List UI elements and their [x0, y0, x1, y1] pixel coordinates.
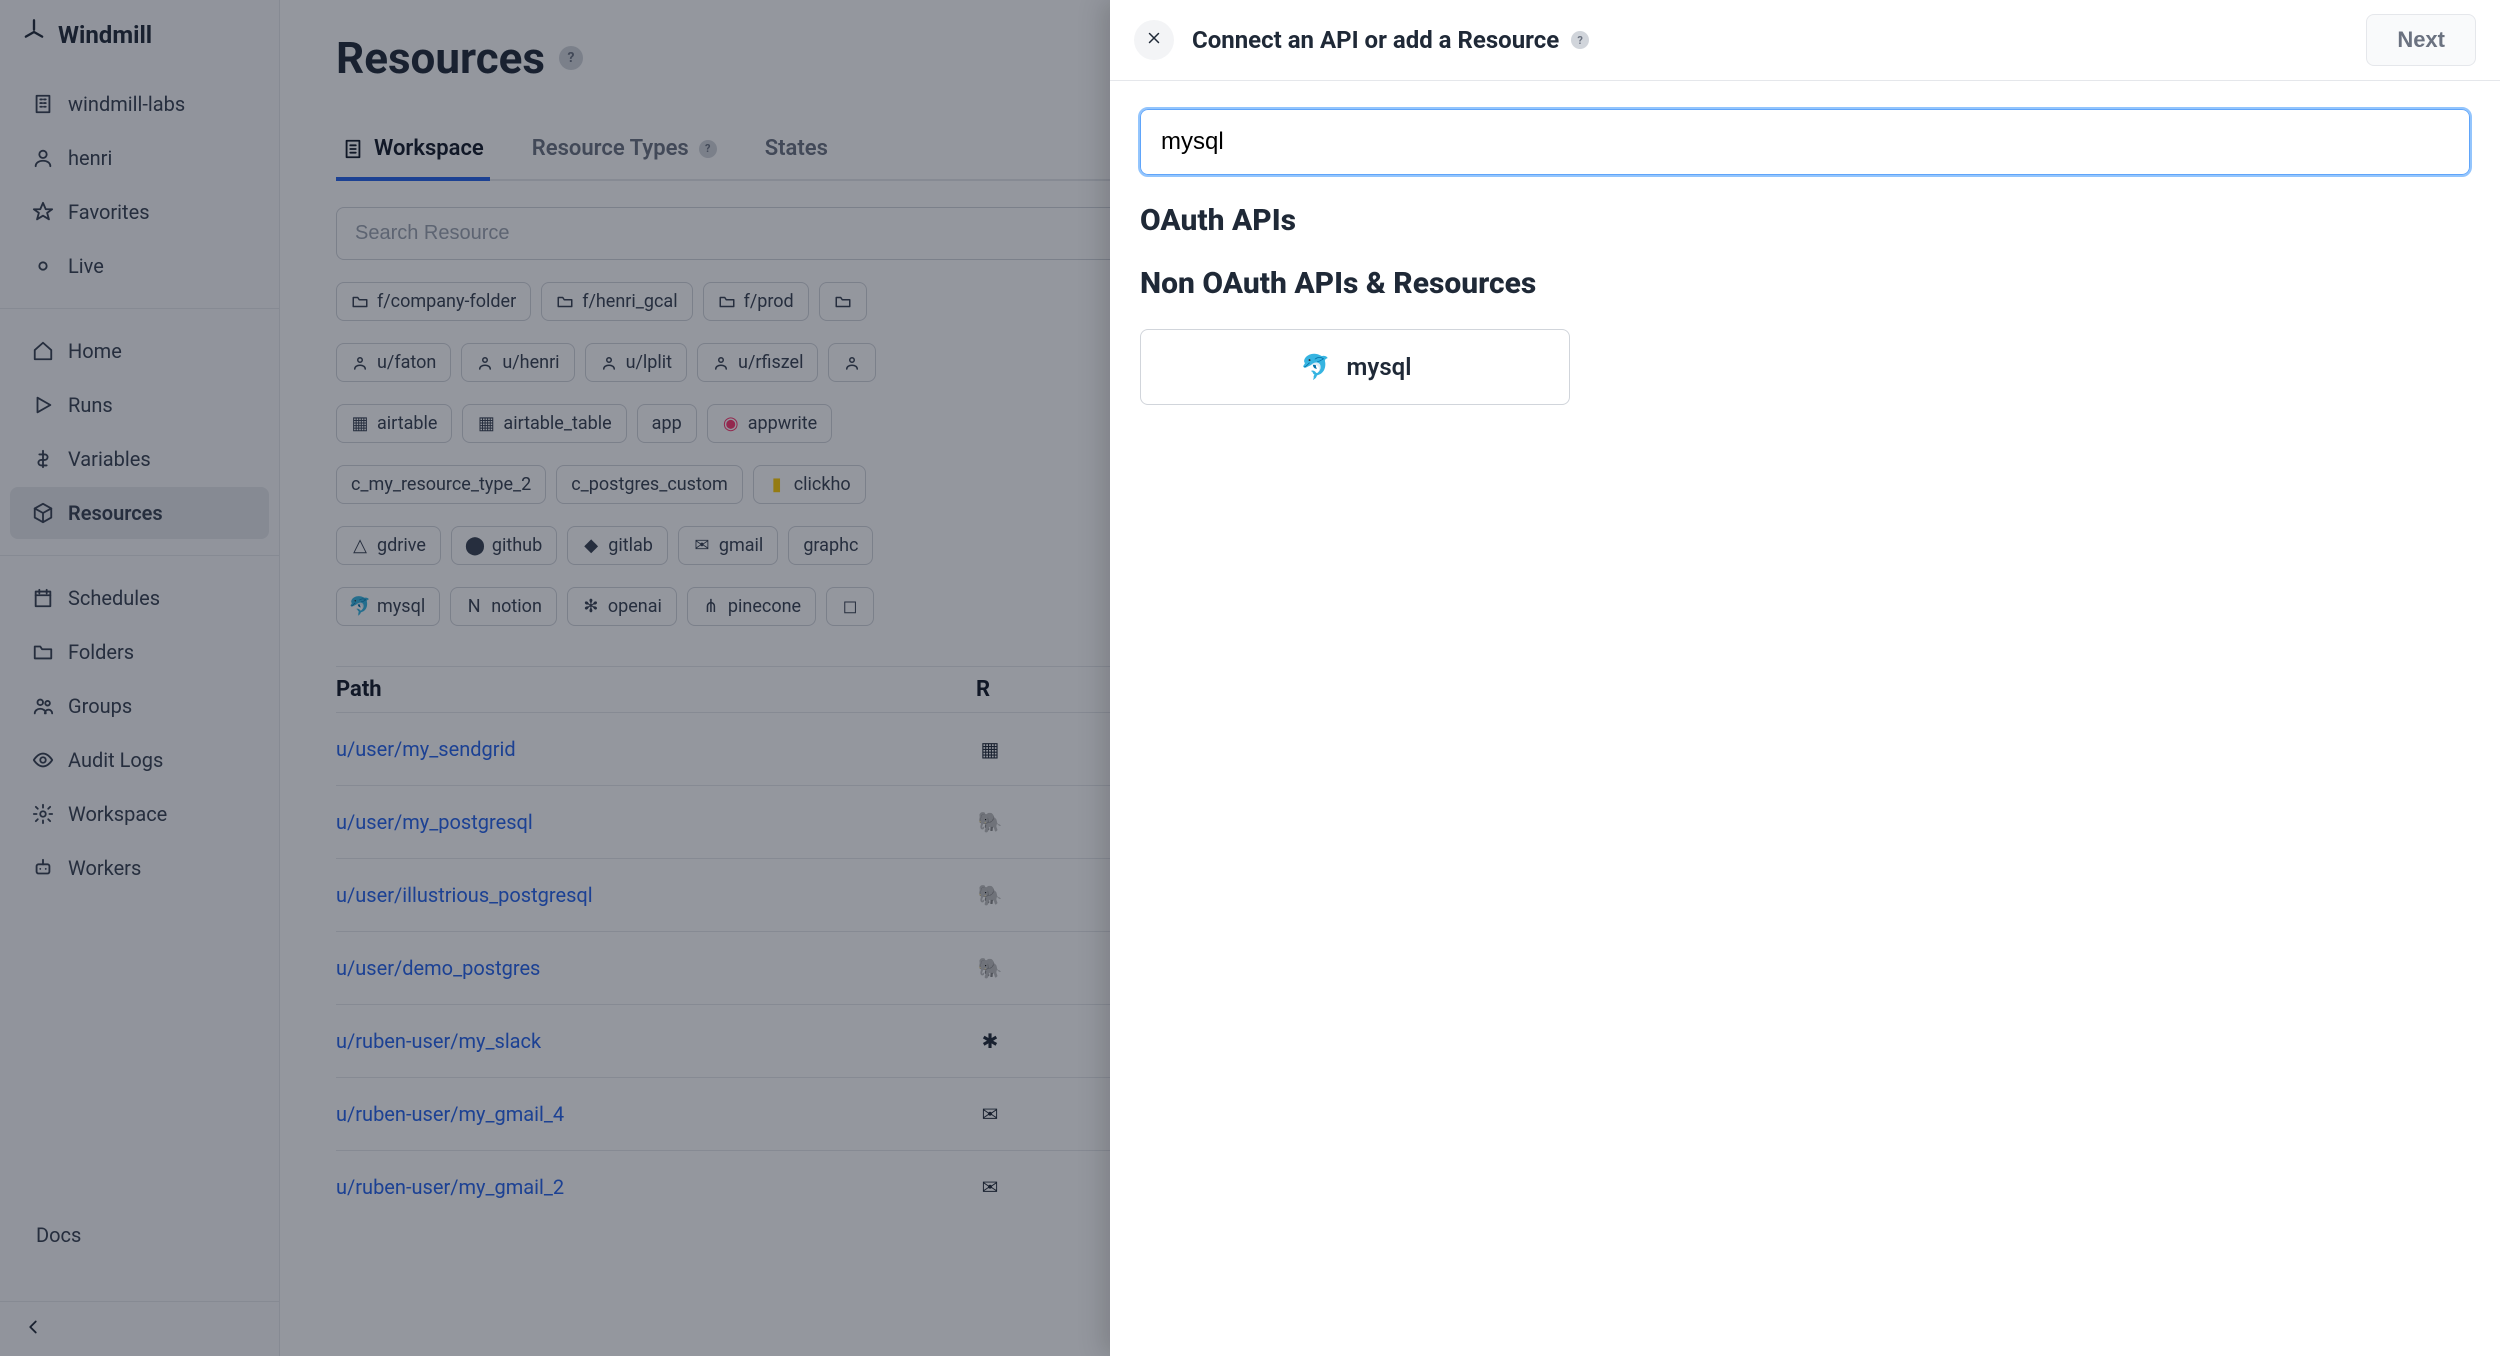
next-button[interactable]: Next: [2366, 14, 2476, 66]
drawer-add-resource: Connect an API or add a Resource ? Next …: [1110, 0, 2500, 1356]
drawer-title-text: Connect an API or add a Resource: [1192, 26, 1559, 54]
mysql-icon: 🐬: [1299, 350, 1333, 384]
info-icon[interactable]: ?: [1571, 31, 1589, 49]
drawer-search-input[interactable]: [1140, 109, 2470, 175]
section-oauth-title: OAuth APIs: [1140, 203, 2470, 238]
section-non-oauth-title: Non OAuth APIs & Resources: [1140, 266, 2470, 301]
drawer-header: Connect an API or add a Resource ? Next: [1110, 0, 2500, 81]
resource-result-mysql[interactable]: 🐬 mysql: [1140, 329, 1570, 405]
result-label: mysql: [1347, 353, 1412, 381]
close-icon: [1145, 29, 1163, 51]
close-button[interactable]: [1134, 20, 1174, 60]
drawer-title: Connect an API or add a Resource ?: [1192, 26, 1589, 54]
drawer-body: OAuth APIs Non OAuth APIs & Resources 🐬 …: [1110, 81, 2500, 433]
